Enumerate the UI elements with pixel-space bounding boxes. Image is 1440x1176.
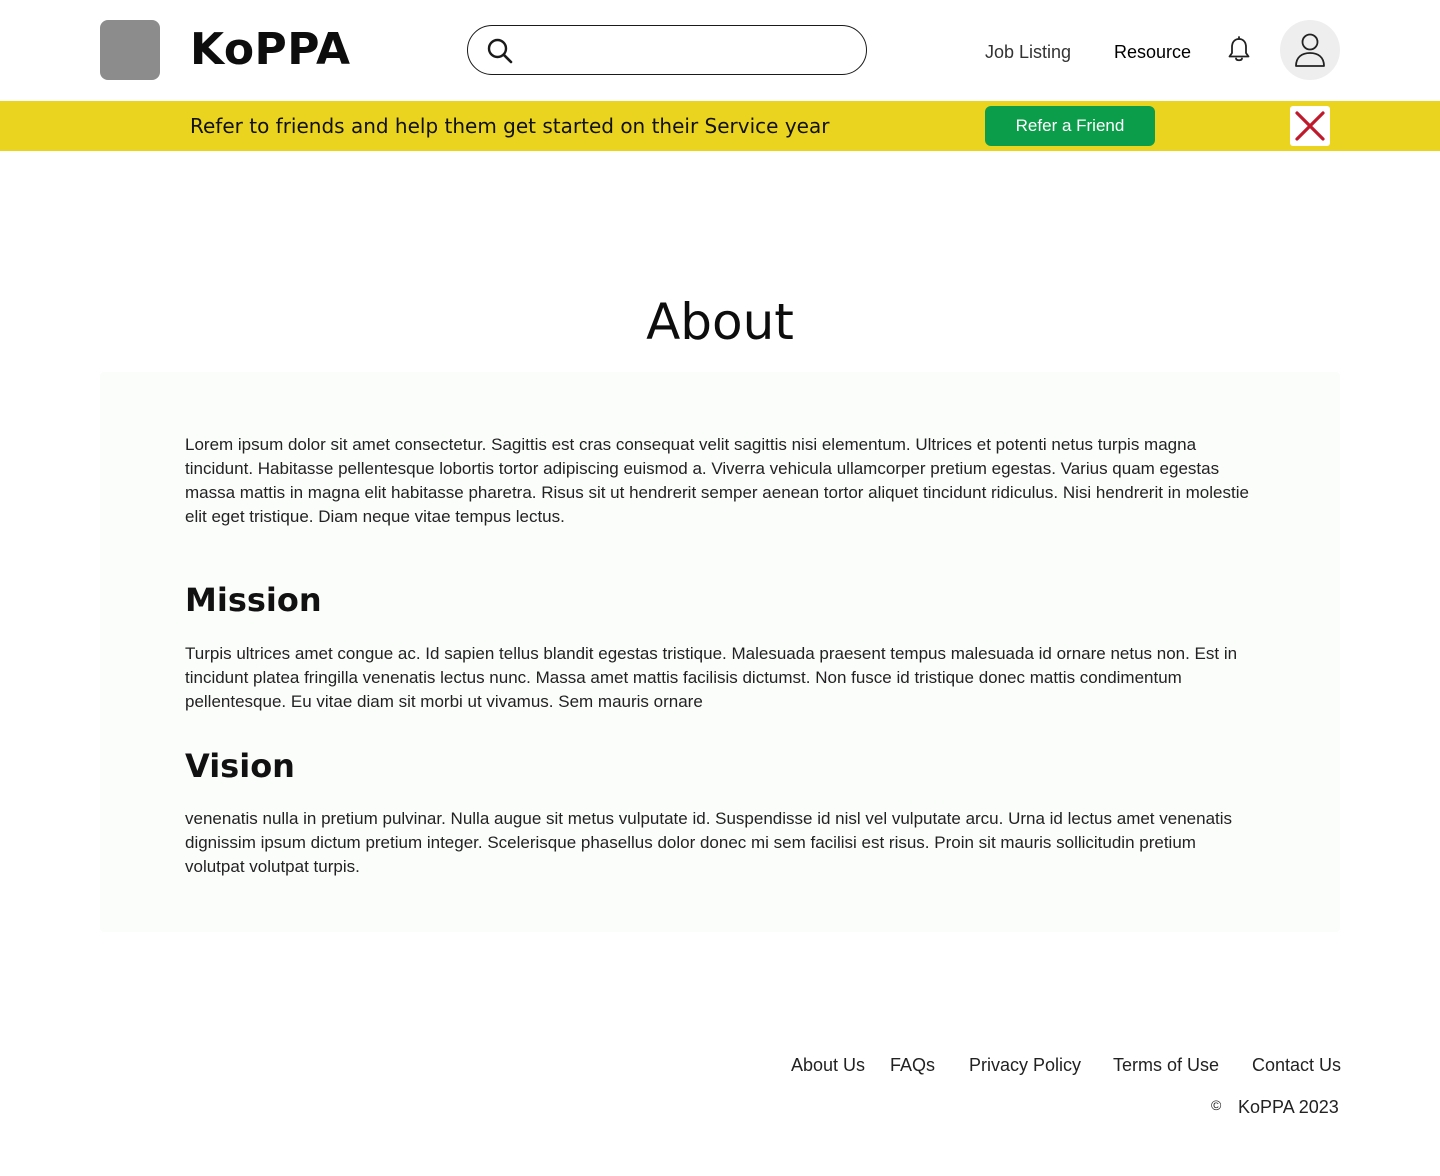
- footer-link-contact-us[interactable]: Contact Us: [1252, 1053, 1341, 1077]
- brand-name[interactable]: KoPPA: [190, 24, 351, 76]
- logo-image[interactable]: [100, 20, 160, 80]
- banner-message: Refer to friends and help them get start…: [190, 114, 830, 138]
- copyright-text: KoPPA 2023: [1238, 1097, 1339, 1117]
- bell-icon[interactable]: [1226, 36, 1252, 64]
- nav-resource[interactable]: Resource: [1114, 40, 1191, 64]
- user-icon: [1295, 33, 1325, 67]
- footer-link-terms-of-use[interactable]: Terms of Use: [1113, 1053, 1219, 1077]
- footer-link-privacy-policy[interactable]: Privacy Policy: [969, 1053, 1081, 1077]
- user-avatar[interactable]: [1280, 20, 1340, 80]
- search-icon[interactable]: [486, 37, 514, 65]
- vision-paragraph: venenatis nulla in pretium pulvinar. Nul…: [185, 809, 1233, 876]
- footer-link-about-us[interactable]: About Us: [791, 1053, 865, 1077]
- vision-heading: Vision: [185, 747, 295, 785]
- site-header: KoPPA Job Listing Resource: [0, 0, 1440, 101]
- referral-banner: Refer to friends and help them get start…: [0, 101, 1440, 151]
- copyright-icon: ©: [1211, 1097, 1222, 1113]
- search-input[interactable]: [526, 34, 846, 66]
- mission-paragraph: Turpis ultrices amet congue ac. Id sapie…: [185, 644, 1238, 711]
- nav-job-listing[interactable]: Job Listing: [985, 40, 1071, 64]
- mission-heading: Mission: [185, 581, 322, 619]
- intro-paragraph: Lorem ipsum dolor sit amet consectetur. …: [185, 435, 1249, 526]
- about-content-card: Lorem ipsum dolor sit amet consectetur. …: [100, 372, 1340, 932]
- banner-close-button[interactable]: [1290, 106, 1330, 146]
- search-bar[interactable]: [467, 25, 867, 75]
- footer-link-faqs[interactable]: FAQs: [890, 1053, 935, 1077]
- refer-friend-button[interactable]: Refer a Friend: [985, 106, 1155, 146]
- page-title: About: [646, 293, 794, 351]
- close-icon: [1295, 111, 1325, 141]
